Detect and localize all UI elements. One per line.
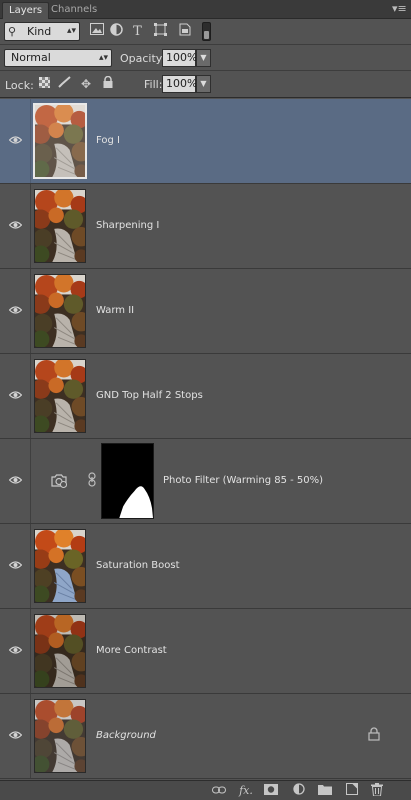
visibility-toggle[interactable] xyxy=(0,694,31,778)
eye-icon xyxy=(9,475,22,485)
delete-layer-icon[interactable] xyxy=(368,783,386,799)
filter-toggle[interactable] xyxy=(202,22,211,41)
filter-kind-label: Kind xyxy=(27,25,52,38)
opacity-input[interactable]: 100% xyxy=(162,49,197,67)
layer-name[interactable]: Background xyxy=(96,730,156,741)
layer-row[interactable]: More Contrast xyxy=(0,609,411,694)
layer-name[interactable]: More Contrast xyxy=(96,645,167,656)
tab-layers[interactable]: Layers xyxy=(2,2,50,19)
panel-tab-bar: Layers Channels ▾≡ xyxy=(0,0,411,19)
blend-mode-value: Normal xyxy=(11,51,51,64)
layer-thumbnail xyxy=(34,189,86,263)
fill-input[interactable]: 100% xyxy=(162,75,197,93)
image-filter-icon[interactable] xyxy=(88,23,105,40)
filter-kind-select[interactable]: ⚲ Kind ▴▾ xyxy=(4,22,80,41)
layer-name[interactable]: Fog I xyxy=(96,135,120,146)
search-icon: ⚲ xyxy=(8,25,17,38)
layer-row[interactable]: Background xyxy=(0,694,411,779)
new-group-icon[interactable] xyxy=(316,783,334,799)
photo-filter-adjustment-icon[interactable] xyxy=(50,472,68,488)
layer-mask-thumbnail[interactable] xyxy=(101,443,154,519)
chevron-updown-icon: ▴▾ xyxy=(98,53,108,63)
fill-dropdown-button[interactable]: ▼ xyxy=(196,75,211,93)
add-mask-icon[interactable] xyxy=(262,783,280,799)
layer-row[interactable]: GND Top Half 2 Stops xyxy=(0,354,411,439)
layer-row[interactable]: Sharpening I xyxy=(0,184,411,269)
new-layer-icon[interactable] xyxy=(343,783,361,799)
smart-object-filter-icon[interactable] xyxy=(176,23,193,40)
lock-position-icon[interactable]: ✥ xyxy=(78,76,94,92)
eye-icon xyxy=(9,305,22,315)
layer-row[interactable]: Photo Filter (Warming 85 - 50%) xyxy=(0,439,411,524)
lock-image-icon[interactable] xyxy=(57,76,73,92)
visibility-toggle[interactable] xyxy=(0,609,31,693)
layer-name[interactable]: Sharpening I xyxy=(96,220,159,231)
layer-thumbnail xyxy=(34,529,86,603)
layer-name[interactable]: Warm II xyxy=(96,305,134,316)
type-filter-icon[interactable]: T xyxy=(129,23,146,40)
layers-footer: fx. xyxy=(0,780,411,800)
layer-thumbnail xyxy=(34,274,86,348)
visibility-toggle[interactable] xyxy=(0,99,31,183)
fill-label: Fill: xyxy=(144,78,163,91)
blend-row: Normal ▴▾ Opacity: 100% ▼ xyxy=(0,45,411,71)
filter-row: ⚲ Kind ▴▾ T xyxy=(0,19,411,45)
layer-name[interactable]: GND Top Half 2 Stops xyxy=(96,390,203,401)
panel-menu-icon[interactable]: ▾≡ xyxy=(392,3,407,15)
layer-thumbnail xyxy=(34,359,86,433)
visibility-toggle[interactable] xyxy=(0,439,31,523)
visibility-toggle[interactable] xyxy=(0,269,31,353)
blend-mode-select[interactable]: Normal ▴▾ xyxy=(4,49,112,67)
layer-row[interactable]: Saturation Boost xyxy=(0,524,411,609)
eye-icon xyxy=(9,135,22,145)
visibility-toggle[interactable] xyxy=(0,354,31,438)
layer-name[interactable]: Photo Filter (Warming 85 - 50%) xyxy=(163,475,323,486)
mask-link-icon[interactable] xyxy=(88,472,96,487)
eye-icon xyxy=(9,560,22,570)
new-adjustment-icon[interactable] xyxy=(290,783,308,799)
shape-filter-icon[interactable] xyxy=(152,23,169,40)
layer-row[interactable]: Fog I xyxy=(0,99,411,184)
eye-icon xyxy=(9,220,22,230)
adjustment-filter-icon[interactable] xyxy=(108,23,125,40)
link-layers-icon[interactable] xyxy=(210,783,228,799)
layer-lock-icon xyxy=(368,727,380,741)
opacity-label: Opacity: xyxy=(120,52,166,65)
visibility-toggle[interactable] xyxy=(0,524,31,608)
opacity-dropdown-button[interactable]: ▼ xyxy=(196,49,211,67)
lock-row: Lock: ✥ Fill: 100% ▼ xyxy=(0,71,411,98)
lock-label: Lock: xyxy=(5,79,34,92)
eye-icon xyxy=(9,390,22,400)
fx-icon[interactable]: fx. xyxy=(237,783,255,799)
layer-thumbnail xyxy=(33,103,87,179)
layer-thumbnail xyxy=(34,699,86,773)
layer-thumbnail xyxy=(34,614,86,688)
chevron-updown-icon: ▴▾ xyxy=(66,26,76,36)
lock-all-icon[interactable] xyxy=(100,75,116,92)
tab-channels[interactable]: Channels xyxy=(45,2,103,19)
eye-icon xyxy=(9,645,22,655)
lock-transparent-icon[interactable] xyxy=(36,76,52,92)
layer-name[interactable]: Saturation Boost xyxy=(96,560,180,571)
eye-icon xyxy=(9,730,22,740)
layers-list: Fog I Sharpening I Warm II GND Top Half … xyxy=(0,99,411,780)
layer-row[interactable]: Warm II xyxy=(0,269,411,354)
visibility-toggle[interactable] xyxy=(0,184,31,268)
